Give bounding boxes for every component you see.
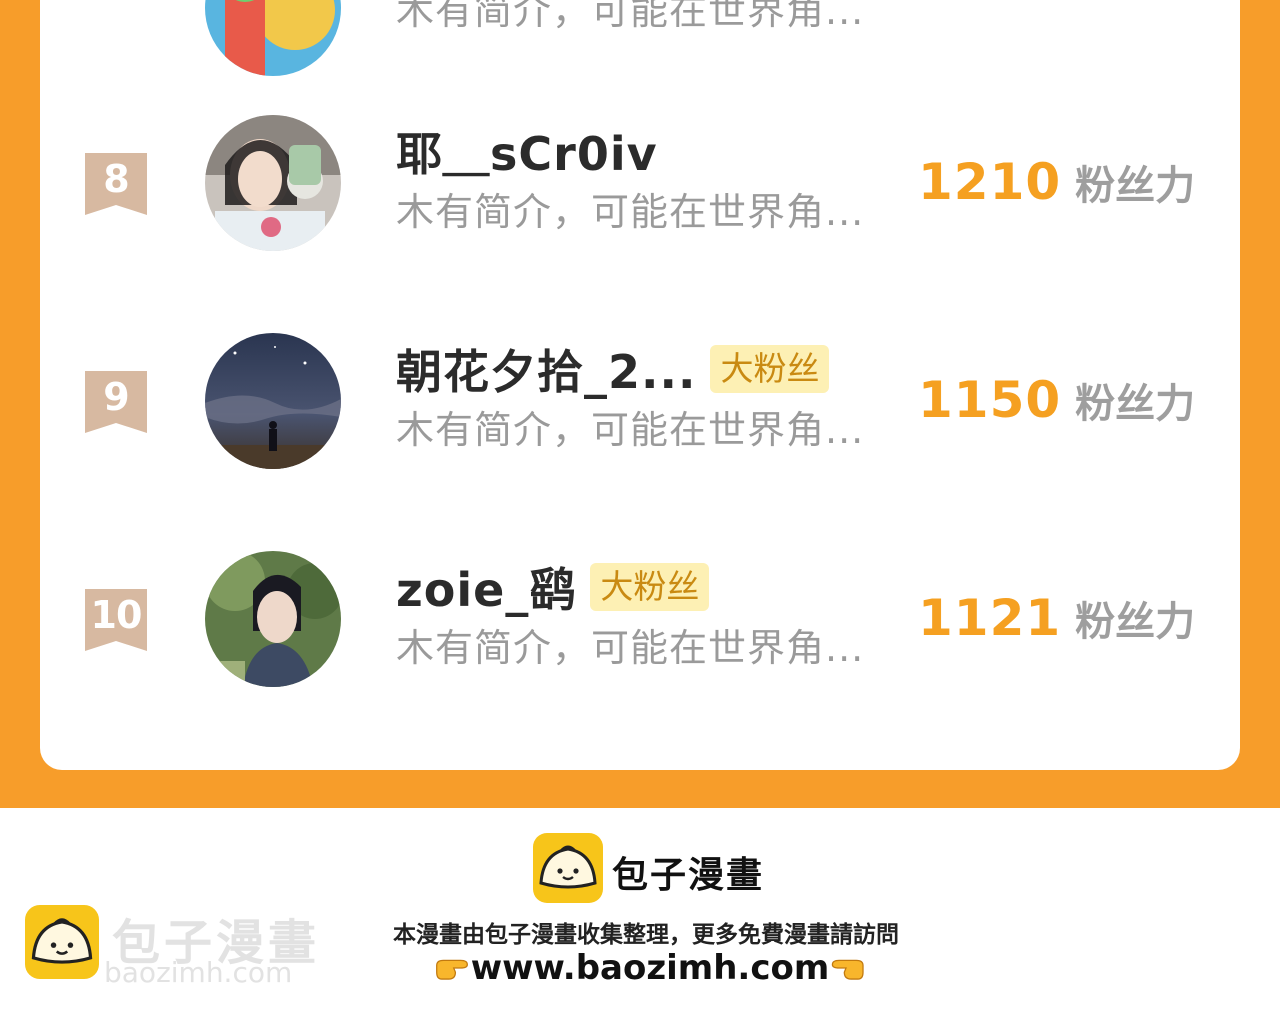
- footer-brand: 包子漫畫: [612, 855, 765, 896]
- rank-ribbon: 10: [85, 589, 147, 651]
- score-unit: 粉丝力: [1075, 163, 1196, 209]
- leaderboard-row[interactable]: 8 耶＿sCr0iv 木有简介，可能在世界角... 1210 粉丝力: [40, 111, 1240, 261]
- leaderboard-card: 木有简介，可能在世界角... 8 耶＿sCr0iv 木有简介，可能在世界角...: [40, 0, 1240, 770]
- user-name[interactable]: zoie_鹞: [396, 554, 576, 620]
- big-fan-badge: 大粉丝: [710, 345, 830, 393]
- score-unit: 粉丝力: [1075, 381, 1196, 427]
- rank-number: 8: [103, 157, 129, 201]
- score-value: 1150: [918, 371, 1062, 429]
- user-name[interactable]: 耶＿sCr0iv: [396, 118, 658, 184]
- user-name-line: zoie_鹞 大粉丝: [396, 559, 710, 617]
- baozi-logo-icon: [533, 833, 603, 903]
- fan-score: 1150 粉丝力: [918, 371, 1195, 431]
- leaderboard-row[interactable]: 9 朝花夕拾_2... 大粉丝 木有简介，可能在世界角... 1150 粉丝力: [40, 329, 1240, 479]
- pointing-left-hand-icon: [832, 959, 864, 980]
- big-fan-badge: 大粉丝: [590, 563, 710, 611]
- watermark-logo-icon: [25, 905, 99, 979]
- score-unit: 粉丝力: [1075, 599, 1196, 645]
- user-name-line: 耶＿sCr0iv: [396, 123, 658, 181]
- user-bio: 木有简介，可能在世界角...: [396, 626, 865, 670]
- user-name[interactable]: 朝花夕拾_2...: [396, 336, 696, 402]
- score-value: 1121: [918, 589, 1062, 647]
- avatar[interactable]: [205, 333, 341, 469]
- footer-url-link[interactable]: www.baozimh.com: [471, 948, 830, 988]
- user-bio: 木有简介，可能在世界角...: [396, 190, 865, 234]
- avatar[interactable]: [205, 551, 341, 687]
- fan-score: 1121 粉丝力: [918, 589, 1195, 649]
- fan-score: 1210 粉丝力: [918, 153, 1195, 213]
- rank-number: 10: [90, 593, 143, 637]
- watermark-url: baozimh.com: [104, 956, 293, 989]
- rank-ribbon: 9: [85, 371, 147, 433]
- avatar: [205, 0, 341, 76]
- leaderboard-row[interactable]: 10 zoie_鹞 大粉丝 木有简介，可能在世界角... 1121 粉丝力: [40, 547, 1240, 697]
- leaderboard-row-previous[interactable]: 木有简介，可能在世界角...: [40, 0, 1240, 76]
- avatar[interactable]: [205, 115, 341, 251]
- user-bio: 木有简介，可能在世界角...: [396, 408, 865, 452]
- rank-number: 9: [103, 375, 129, 419]
- rank-ribbon: 8: [85, 153, 147, 215]
- pointing-right-hand-icon: [436, 959, 468, 980]
- score-value: 1210: [918, 153, 1062, 211]
- user-bio: 木有简介，可能在世界角...: [396, 0, 865, 33]
- user-name-line: 朝花夕拾_2... 大粉丝: [396, 341, 830, 399]
- footer-url-line: www.baozimh.com: [435, 946, 865, 990]
